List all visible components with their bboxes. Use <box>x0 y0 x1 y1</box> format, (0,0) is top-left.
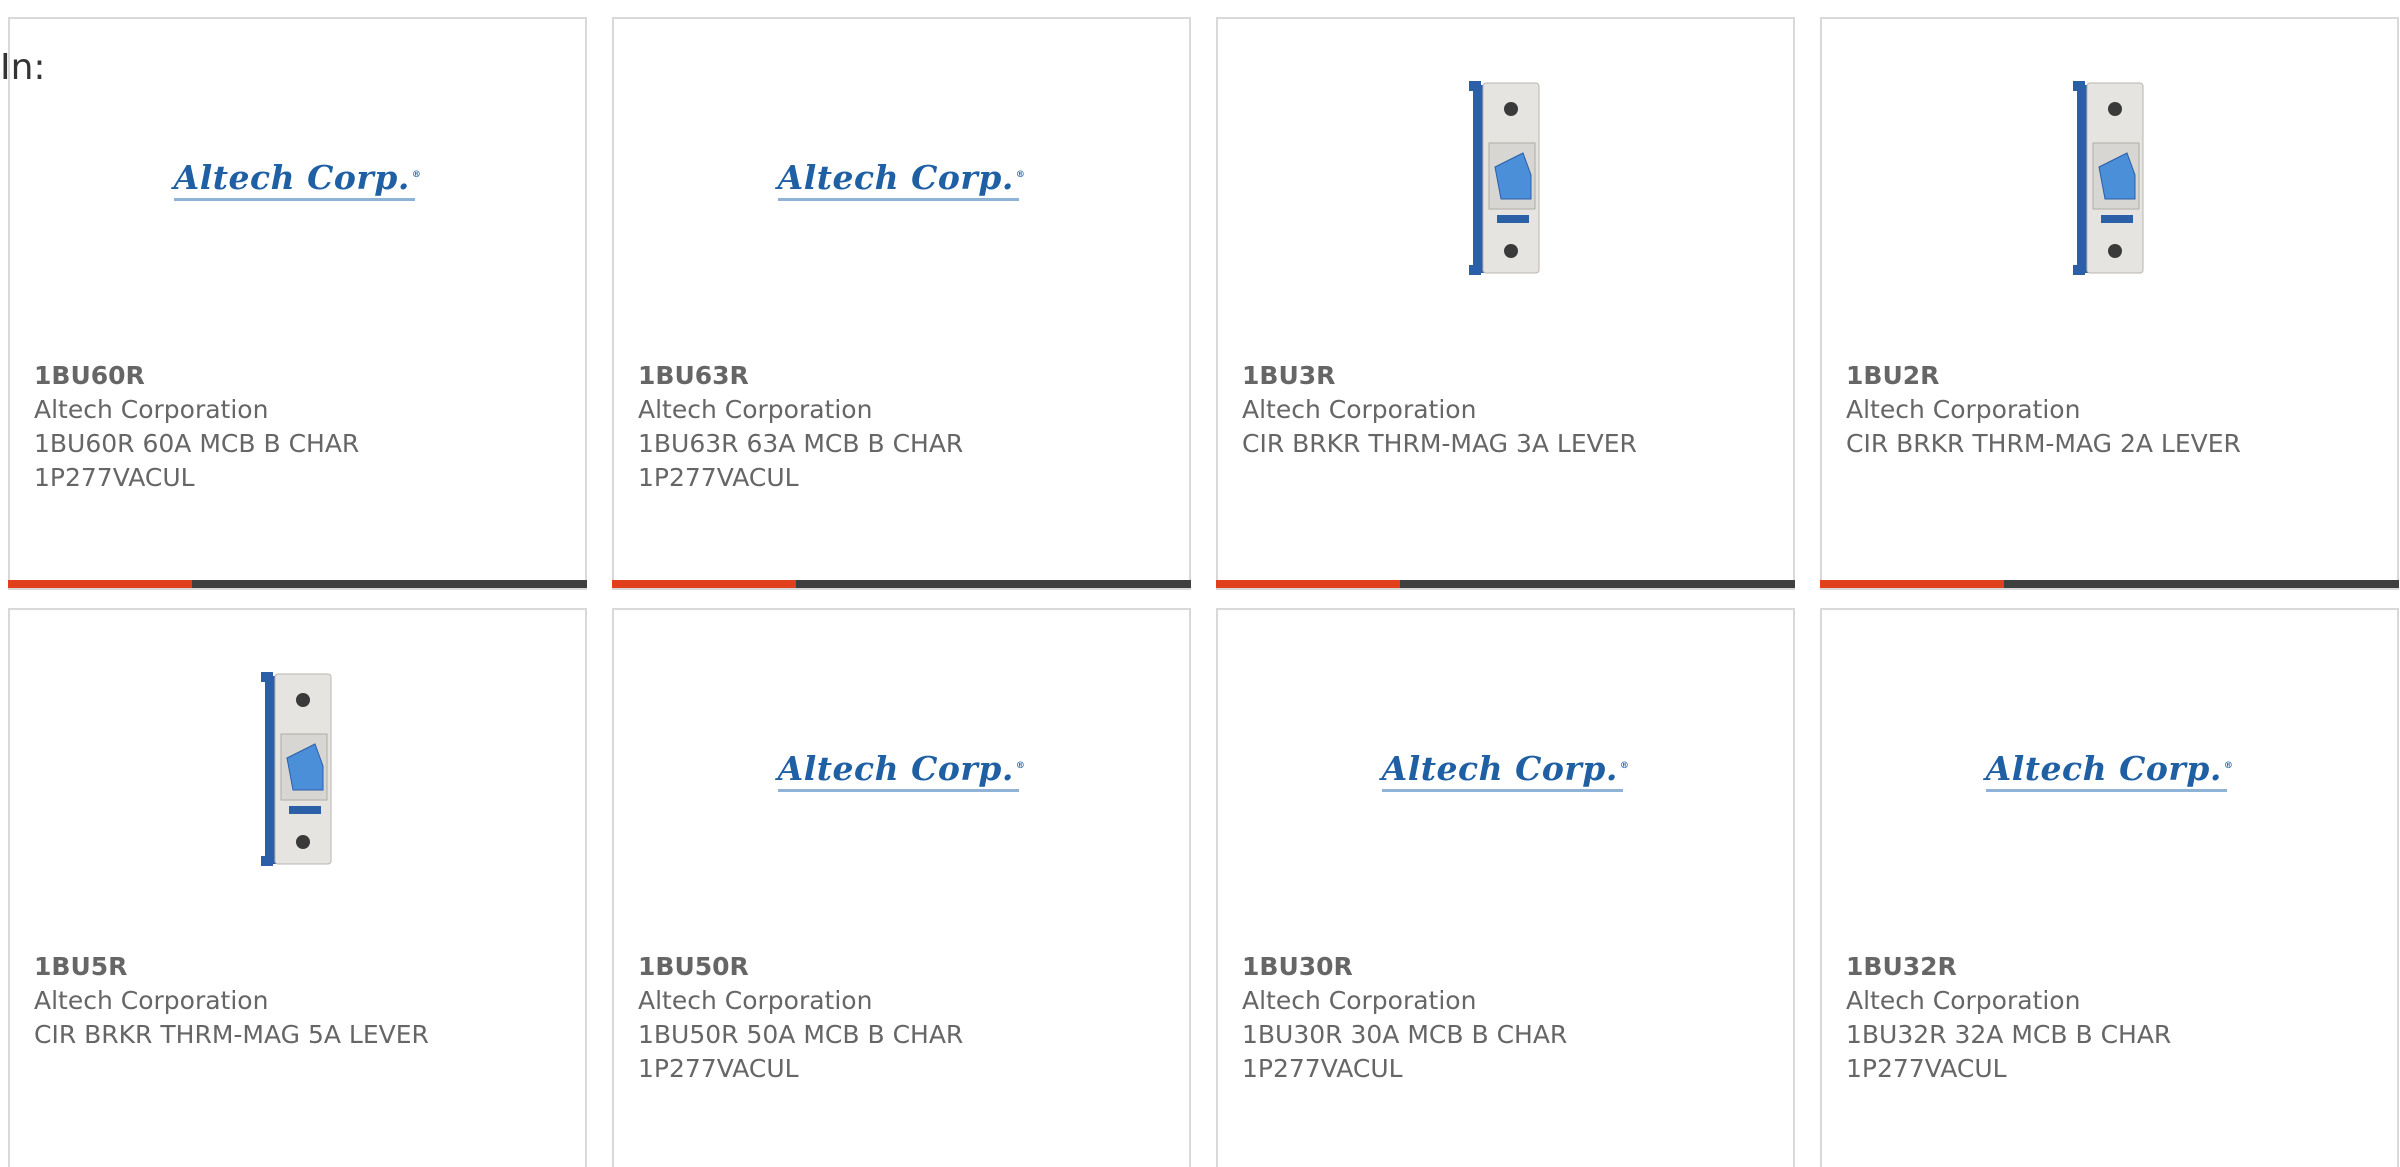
manufacturer: Altech Corporation <box>1846 986 2081 1015</box>
altech-logo-text: Altech Corp. <box>777 748 1014 788</box>
card-accent-bar <box>1820 580 2004 588</box>
part-number[interactable]: 1BU3R <box>1242 359 1773 393</box>
card-footer-bar <box>612 580 1191 588</box>
card-accent-bar <box>8 580 192 588</box>
product-card[interactable]: Altech Corp. ® 1BU60R Altech Corporation … <box>8 17 587 590</box>
altech-logo-text: Altech Corp. <box>1985 748 2222 788</box>
product-description-line-1: CIR BRKR THRM-MAG 5A LEVER <box>34 1020 429 1049</box>
circuit-breaker-image <box>2072 81 2143 275</box>
part-number[interactable]: 1BU63R <box>638 359 1169 393</box>
product-info: 1BU2R Altech Corporation CIR BRKR THRM-M… <box>1846 359 2377 461</box>
altech-logo-text: Altech Corp. <box>173 157 410 197</box>
product-description-line-1: CIR BRKR THRM-MAG 3A LEVER <box>1242 429 1637 458</box>
product-thumbnail <box>1822 79 2397 279</box>
product-info: 1BU5R Altech Corporation CIR BRKR THRM-M… <box>34 950 565 1052</box>
product-thumbnail: Altech Corp. ® <box>10 79 585 279</box>
product-card[interactable]: Altech Corp. ® 1BU30R Altech Corporation … <box>1216 608 1795 1167</box>
product-description-line-1: 1BU50R 50A MCB B CHAR <box>638 1020 964 1049</box>
altech-logo: Altech Corp. ® <box>1985 748 2234 792</box>
manufacturer: Altech Corporation <box>1242 395 1477 424</box>
part-number[interactable]: 1BU32R <box>1846 950 2377 984</box>
part-number[interactable]: 1BU60R <box>34 359 565 393</box>
part-number[interactable]: 1BU30R <box>1242 950 1773 984</box>
altech-logo-text: Altech Corp. <box>777 157 1014 197</box>
altech-logo: Altech Corp. ® <box>777 157 1026 201</box>
product-info: 1BU30R Altech Corporation 1BU30R 30A MCB… <box>1242 950 1773 1086</box>
part-number[interactable]: 1BU50R <box>638 950 1169 984</box>
product-info: 1BU50R Altech Corporation 1BU50R 50A MCB… <box>638 950 1169 1086</box>
product-thumbnail: Altech Corp. ® <box>614 670 1189 870</box>
filter-label: In: <box>0 47 46 88</box>
product-description-line-1: 1BU60R 60A MCB B CHAR <box>34 429 360 458</box>
part-number[interactable]: 1BU5R <box>34 950 565 984</box>
product-card[interactable]: Altech Corp. ® 1BU32R Altech Corporation … <box>1820 608 2399 1167</box>
card-footer-bar <box>1216 580 1795 588</box>
altech-logo-text: Altech Corp. <box>1381 748 1618 788</box>
manufacturer: Altech Corporation <box>34 395 269 424</box>
product-card[interactable]: 1BU5R Altech Corporation CIR BRKR THRM-M… <box>8 608 587 1167</box>
manufacturer: Altech Corporation <box>34 986 269 1015</box>
product-description-line-1: 1BU30R 30A MCB B CHAR <box>1242 1020 1568 1049</box>
manufacturer: Altech Corporation <box>638 395 873 424</box>
altech-logo: Altech Corp. ® <box>173 157 422 201</box>
product-grid: Altech Corp. ® 1BU60R Altech Corporation … <box>8 17 2399 1167</box>
card-accent-bar <box>1216 580 1400 588</box>
product-thumbnail: Altech Corp. ® <box>614 79 1189 279</box>
altech-logo: Altech Corp. ® <box>1381 748 1630 792</box>
product-info: 1BU3R Altech Corporation CIR BRKR THRM-M… <box>1242 359 1773 461</box>
product-info: 1BU32R Altech Corporation 1BU32R 32A MCB… <box>1846 950 2377 1086</box>
product-info: 1BU63R Altech Corporation 1BU63R 63A MCB… <box>638 359 1169 495</box>
product-thumbnail <box>10 670 585 870</box>
product-card[interactable]: Altech Corp. ® 1BU50R Altech Corporation … <box>612 608 1191 1167</box>
circuit-breaker-image <box>260 672 331 866</box>
altech-logo: Altech Corp. ® <box>777 748 1026 792</box>
manufacturer: Altech Corporation <box>1242 986 1477 1015</box>
card-footer-bar <box>1820 580 2399 588</box>
product-thumbnail: Altech Corp. ® <box>1218 670 1793 870</box>
product-description-line-2: 1P277VACUL <box>638 463 799 492</box>
product-description-line-1: 1BU32R 32A MCB B CHAR <box>1846 1020 2172 1049</box>
product-card[interactable]: 1BU3R Altech Corporation CIR BRKR THRM-M… <box>1216 17 1795 590</box>
card-accent-bar <box>612 580 796 588</box>
product-thumbnail <box>1218 79 1793 279</box>
manufacturer: Altech Corporation <box>638 986 873 1015</box>
product-description-line-2: 1P277VACUL <box>638 1054 799 1083</box>
product-description-line-2: 1P277VACUL <box>34 463 195 492</box>
part-number[interactable]: 1BU2R <box>1846 359 2377 393</box>
product-info: 1BU60R Altech Corporation 1BU60R 60A MCB… <box>34 359 565 495</box>
product-description-line-2: 1P277VACUL <box>1846 1054 2007 1083</box>
product-results-page: In: Altech Corp. ® 1BU60R Altech Corporat… <box>0 0 2400 1167</box>
product-description-line-2: 1P277VACUL <box>1242 1054 1403 1083</box>
circuit-breaker-image <box>1468 81 1539 275</box>
product-description-line-1: 1BU63R 63A MCB B CHAR <box>638 429 964 458</box>
product-card[interactable]: 1BU2R Altech Corporation CIR BRKR THRM-M… <box>1820 17 2399 590</box>
card-footer-bar <box>8 580 587 588</box>
manufacturer: Altech Corporation <box>1846 395 2081 424</box>
product-description-line-1: CIR BRKR THRM-MAG 2A LEVER <box>1846 429 2241 458</box>
product-thumbnail: Altech Corp. ® <box>1822 670 2397 870</box>
product-card[interactable]: Altech Corp. ® 1BU63R Altech Corporation … <box>612 17 1191 590</box>
